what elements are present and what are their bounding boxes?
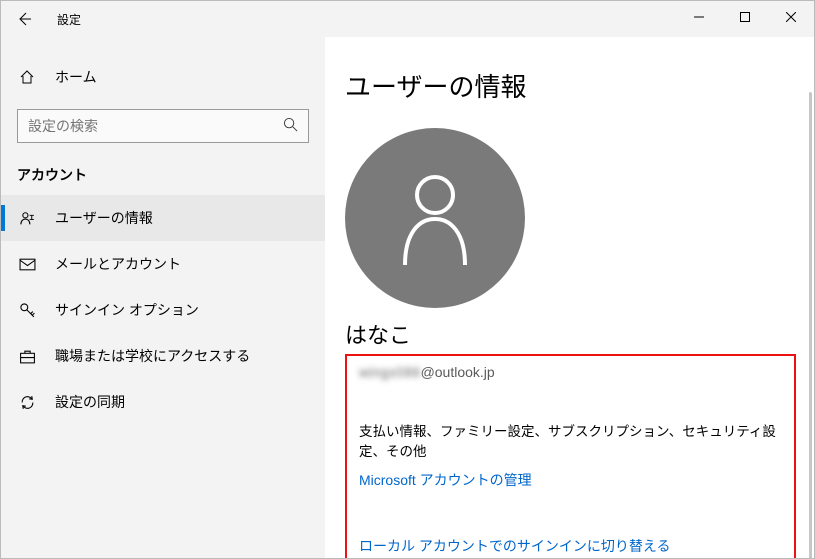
search-icon bbox=[283, 117, 298, 135]
nav-item-signin-options[interactable]: サインイン オプション bbox=[1, 287, 325, 333]
account-desc: 支払い情報、ファミリー設定、サブスクリプション、セキュリティ設定、その他 bbox=[359, 420, 782, 460]
search-input[interactable] bbox=[28, 118, 298, 134]
close-icon bbox=[786, 12, 796, 22]
nav-item-access-work-school[interactable]: 職場または学校にアクセスする bbox=[1, 333, 325, 379]
highlighted-info-box: wingx086@outlook.jp 支払い情報、ファミリー設定、サブスクリプ… bbox=[345, 354, 796, 558]
sync-icon bbox=[17, 394, 37, 411]
nav-label: 設定の同期 bbox=[55, 392, 125, 412]
title-bar: 設定 bbox=[1, 1, 814, 37]
arrow-left-icon bbox=[16, 11, 32, 27]
maximize-icon bbox=[740, 12, 750, 22]
scrollbar[interactable] bbox=[809, 92, 812, 558]
minimize-icon bbox=[694, 12, 704, 22]
mail-icon bbox=[17, 256, 37, 273]
back-button[interactable] bbox=[1, 1, 47, 37]
nav-label: メールとアカウント bbox=[55, 254, 181, 274]
user-silhouette-icon bbox=[399, 171, 471, 265]
email-local: wingx086 bbox=[359, 364, 421, 380]
search-box[interactable] bbox=[17, 109, 309, 143]
briefcase-icon bbox=[17, 348, 37, 365]
avatar bbox=[345, 128, 525, 308]
maximize-button[interactable] bbox=[722, 1, 768, 33]
nav-label: ユーザーの情報 bbox=[55, 208, 153, 228]
user-name: はなこ bbox=[345, 318, 814, 350]
manage-msaccount-link[interactable]: Microsoft アカウントの管理 bbox=[359, 470, 532, 490]
content-pane: ユーザーの情報 はなこ wingx086@outlook.jp 支払い情報、ファ… bbox=[325, 37, 814, 558]
page-title: ユーザーの情報 bbox=[345, 67, 814, 104]
close-button[interactable] bbox=[768, 1, 814, 33]
category-header: アカウント bbox=[1, 143, 325, 195]
window-controls bbox=[676, 1, 814, 33]
window-title: 設定 bbox=[57, 11, 81, 28]
sidebar: ホーム アカウント ユーザーの情報 メールとアカウント サインイン bbox=[1, 37, 325, 558]
switch-local-account-link[interactable]: ローカル アカウントでのサインインに切り替える bbox=[359, 536, 670, 556]
key-icon bbox=[17, 302, 37, 319]
nav-item-email-accounts[interactable]: メールとアカウント bbox=[1, 241, 325, 287]
nav-label: 職場または学校にアクセスする bbox=[55, 346, 250, 366]
email-domain: @outlook.jp bbox=[421, 364, 495, 380]
person-icon bbox=[17, 210, 37, 227]
home-label: ホーム bbox=[55, 67, 97, 87]
nav-item-your-info[interactable]: ユーザーの情報 bbox=[1, 195, 325, 241]
nav-label: サインイン オプション bbox=[55, 300, 199, 320]
email-line: wingx086@outlook.jp bbox=[359, 364, 782, 380]
home-icon bbox=[17, 69, 37, 85]
nav-item-sync-settings[interactable]: 設定の同期 bbox=[1, 379, 325, 425]
home-button[interactable]: ホーム bbox=[1, 55, 325, 99]
minimize-button[interactable] bbox=[676, 1, 722, 33]
